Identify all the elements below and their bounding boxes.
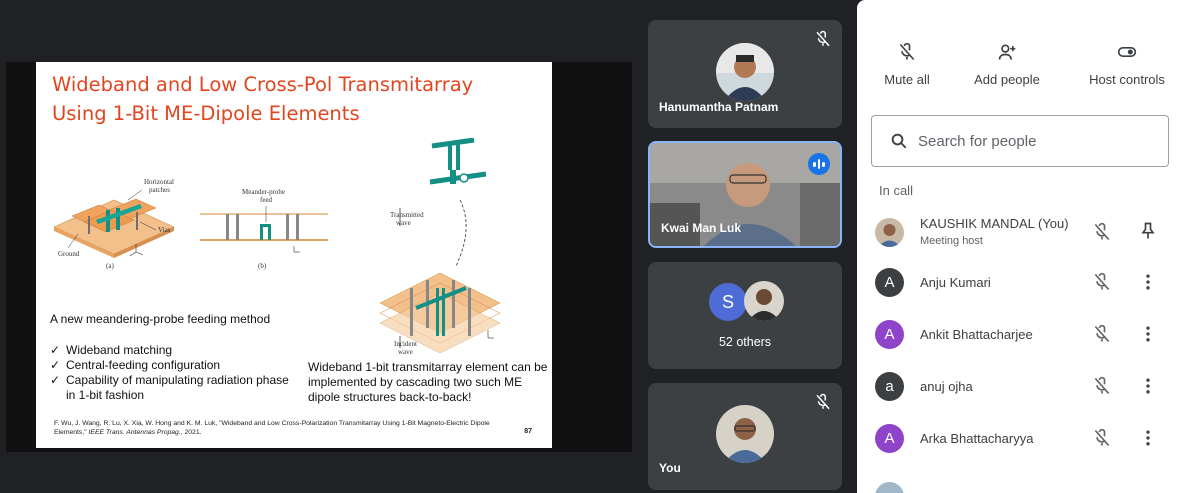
search-placeholder: Search for people bbox=[918, 133, 1037, 150]
mic-off-icon bbox=[816, 30, 830, 47]
slide-reference: F. Wu, J. Wang, R. Lu, X. Xia, W. Hong a… bbox=[54, 420, 490, 436]
mic-off-icon[interactable] bbox=[1092, 222, 1112, 242]
add-people-button[interactable]: Add people bbox=[967, 42, 1047, 87]
in-call-heading: In call bbox=[879, 183, 913, 198]
participant-tile-kwai[interactable]: Kwai Man Luk bbox=[648, 141, 842, 248]
people-panel: Mute all Add people Host controls Search… bbox=[857, 0, 1181, 493]
pin-icon[interactable] bbox=[1138, 221, 1158, 241]
mic-off-icon[interactable] bbox=[1092, 376, 1112, 396]
search-people-input[interactable]: Search for people bbox=[871, 115, 1169, 167]
label-b: (b) bbox=[258, 262, 267, 270]
others-count: 52 others bbox=[718, 335, 772, 349]
avatar bbox=[716, 405, 774, 463]
participant-row[interactable]: KAUSHIK MANDAL (You) Meeting host bbox=[857, 206, 1181, 258]
label-ground: Ground bbox=[58, 250, 80, 258]
slide-page-number: 87 bbox=[524, 428, 532, 435]
label-patches: patches bbox=[149, 186, 170, 194]
participant-name: Arka Bhattacharyya bbox=[920, 431, 1034, 446]
avatar-initial: a bbox=[875, 372, 904, 401]
participant-row-partial[interactable] bbox=[857, 470, 1181, 493]
mic-off-icon[interactable] bbox=[1092, 324, 1112, 344]
more-options-icon[interactable] bbox=[1138, 324, 1158, 344]
bullet-list: ✓ Wideband matching ✓ Central-feeding conf… bbox=[50, 343, 290, 403]
avatar-initial: A bbox=[875, 424, 904, 453]
participant-name: Anju Kumari bbox=[920, 275, 991, 290]
presentation-slide: Wideband and Low Cross-Pol Transmitarray… bbox=[36, 62, 552, 448]
participant-row[interactable]: a anuj ojha bbox=[857, 360, 1181, 412]
mic-off-icon bbox=[816, 393, 830, 410]
label-horizontal: Horizontal bbox=[144, 178, 174, 186]
mic-off-icon bbox=[899, 42, 915, 61]
avatar bbox=[716, 43, 774, 101]
label-transmitted: Transmitted bbox=[390, 211, 424, 219]
avatar bbox=[744, 281, 784, 321]
meeting-stage: Wideband and Low Cross-Pol Transmitarray… bbox=[0, 0, 856, 493]
participant-tile-others[interactable] bbox=[648, 262, 842, 369]
avatar bbox=[875, 218, 904, 247]
slide-title: Wideband and Low Cross-Pol Transmitarray… bbox=[52, 70, 532, 128]
search-icon bbox=[891, 133, 907, 149]
add-people-label: Add people bbox=[974, 72, 1040, 87]
check-icon: ✓ bbox=[50, 358, 61, 372]
avatar-initial: A bbox=[875, 268, 904, 297]
avatar bbox=[875, 482, 904, 493]
slide-title-line1: Wideband and Low Cross-Pol Transmitarray bbox=[52, 73, 474, 96]
participant-name: Ankit Bhattacharjee bbox=[920, 327, 1033, 342]
mute-all-label: Mute all bbox=[884, 72, 930, 87]
participant-row[interactable]: A Arka Bhattacharyya bbox=[857, 412, 1181, 464]
participant-row[interactable]: A Ankit Bhattacharjee bbox=[857, 308, 1181, 360]
toggle-icon bbox=[1117, 47, 1137, 57]
add-person-icon bbox=[998, 44, 1016, 60]
label-feed: feed bbox=[260, 196, 273, 204]
host-controls-button[interactable]: Host controls bbox=[1082, 42, 1172, 87]
participant-name: Hanumantha Patnam bbox=[659, 100, 779, 114]
more-options-icon[interactable] bbox=[1138, 272, 1158, 292]
mic-off-icon[interactable] bbox=[1092, 428, 1112, 448]
bullet-item: ✓ Wideband matching bbox=[50, 343, 173, 357]
label-meander: Meander-probe bbox=[242, 188, 286, 196]
speaking-indicator-icon bbox=[808, 153, 830, 175]
slide-title-line2: Using 1-Bit ME-Dipole Elements bbox=[52, 102, 360, 125]
avatar-initial: S bbox=[709, 283, 747, 321]
figure-transmitarray bbox=[379, 138, 501, 354]
participant-name: KAUSHIK MANDAL (You) bbox=[920, 216, 1069, 231]
feeding-method-text: A new meandering-probe feeding method bbox=[50, 312, 271, 326]
participant-tile-hanumantha[interactable]: Hanumantha Patnam bbox=[648, 20, 842, 128]
label-vias: Vias bbox=[158, 226, 171, 234]
check-icon: ✓ bbox=[50, 343, 61, 357]
participant-name: Kwai Man Luk bbox=[661, 221, 742, 235]
label-a: (a) bbox=[106, 262, 114, 270]
participant-role: Meeting host bbox=[920, 235, 983, 247]
label-transmitted-wave: wave bbox=[396, 219, 411, 227]
participant-name: You bbox=[659, 461, 681, 475]
participant-name: anuj ojha bbox=[920, 379, 973, 394]
check-icon: ✓ bbox=[50, 373, 61, 387]
mic-off-icon[interactable] bbox=[1092, 272, 1112, 292]
avatar-initial: A bbox=[875, 320, 904, 349]
presentation-area[interactable]: Wideband and Low Cross-Pol Transmitarray… bbox=[6, 62, 632, 452]
label-incident-wave: wave bbox=[398, 348, 413, 356]
host-controls-label: Host controls bbox=[1089, 72, 1165, 87]
participant-row[interactable]: A Anju Kumari bbox=[857, 256, 1181, 308]
bullet-item: ✓ Capability of manipulating radiation ph… bbox=[50, 373, 289, 402]
more-options-icon[interactable] bbox=[1138, 428, 1158, 448]
mute-all-button[interactable]: Mute all bbox=[875, 42, 939, 87]
label-incident: Incident bbox=[394, 340, 417, 348]
participant-tile-you[interactable]: You bbox=[648, 383, 842, 490]
bullet-item: ✓ Central-feeding configuration bbox=[50, 358, 221, 372]
wideband-note: Wideband 1-bit transmitarray element can… bbox=[308, 360, 548, 404]
more-options-icon[interactable] bbox=[1138, 376, 1158, 396]
